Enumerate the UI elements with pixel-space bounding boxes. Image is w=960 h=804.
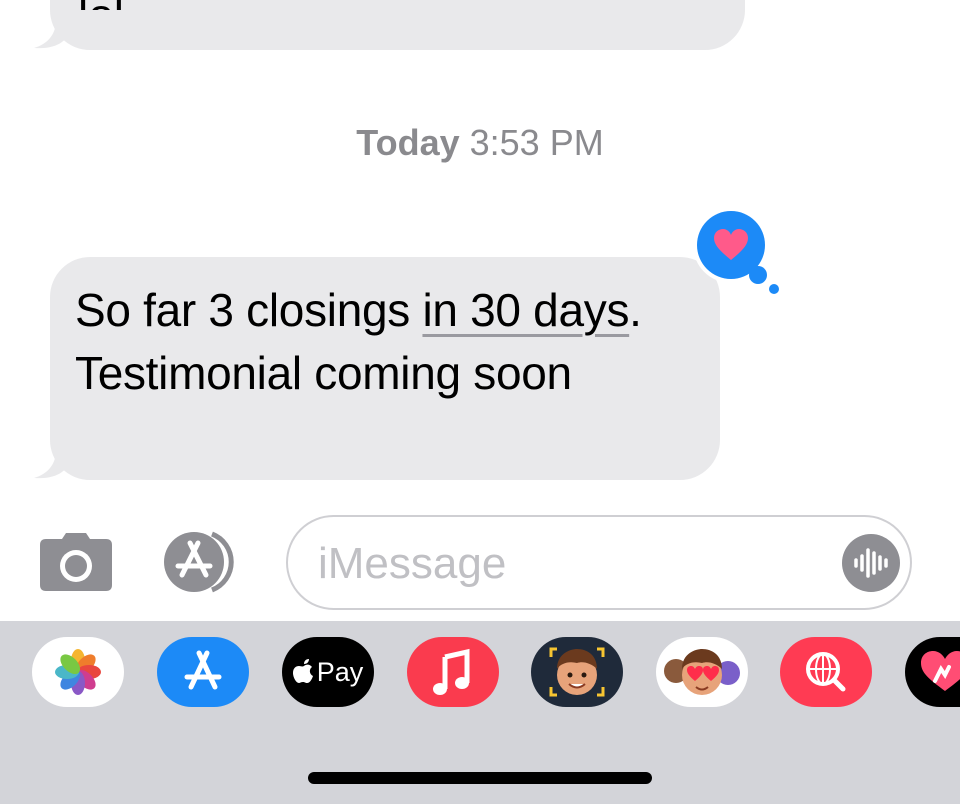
- conversation-timestamp: Today 3:53 PM: [0, 122, 960, 164]
- photos-icon: [55, 649, 101, 695]
- audio-message-button[interactable]: [842, 534, 900, 592]
- app-digital-touch[interactable]: [905, 637, 960, 707]
- message-text-part1: So far 3 closings: [75, 284, 423, 336]
- apps-button[interactable]: [160, 530, 242, 594]
- app-apple-pay[interactable]: Pay: [282, 637, 374, 707]
- tapback-reaction[interactable]: [690, 205, 785, 300]
- home-indicator[interactable]: [308, 772, 652, 784]
- apple-logo-icon: [292, 659, 313, 683]
- app-app-store[interactable]: [157, 637, 249, 707]
- memoji-stickers-icon: [664, 649, 740, 695]
- image-search-icon: [806, 652, 846, 692]
- message-bubble-previous[interactable]: lol: [50, 0, 745, 50]
- camera-icon: [40, 533, 112, 591]
- app-store-icon: [184, 650, 222, 690]
- message-bubble[interactable]: So far 3 closings in 30 days. Testimonia…: [50, 257, 720, 480]
- message-date-link[interactable]: in 30 days: [422, 284, 629, 336]
- apple-pay-icon: Pay: [282, 637, 374, 707]
- digital-touch-icon: [921, 651, 960, 691]
- message-text-previous: lol: [78, 0, 124, 10]
- camera-button[interactable]: [40, 533, 112, 591]
- music-icon: [433, 648, 470, 695]
- messages-screen: lol Today 3:53 PM So far 3 closings in 3…: [0, 0, 960, 804]
- heart-icon: [693, 207, 779, 294]
- message-text: So far 3 closings in 30 days. Testimonia…: [75, 279, 690, 405]
- bubble-tail: [34, 20, 66, 49]
- bubble-tail: [34, 450, 66, 479]
- message-input-placeholder: iMessage: [318, 539, 507, 588]
- apple-pay-label: Pay: [316, 656, 364, 687]
- timestamp-day: Today: [356, 122, 460, 163]
- app-photos[interactable]: [32, 637, 124, 707]
- app-store-icon: [164, 531, 234, 593]
- app-memoji-stickers[interactable]: [656, 637, 748, 707]
- app-drawer: Pay: [0, 621, 960, 804]
- message-input[interactable]: iMessage: [286, 515, 912, 610]
- memoji-icon: [549, 647, 605, 697]
- app-memoji[interactable]: [531, 637, 623, 707]
- app-music[interactable]: [407, 637, 499, 707]
- app-images[interactable]: [780, 637, 872, 707]
- audio-waveform-icon: [854, 548, 888, 578]
- timestamp-time: 3:53 PM: [469, 122, 604, 163]
